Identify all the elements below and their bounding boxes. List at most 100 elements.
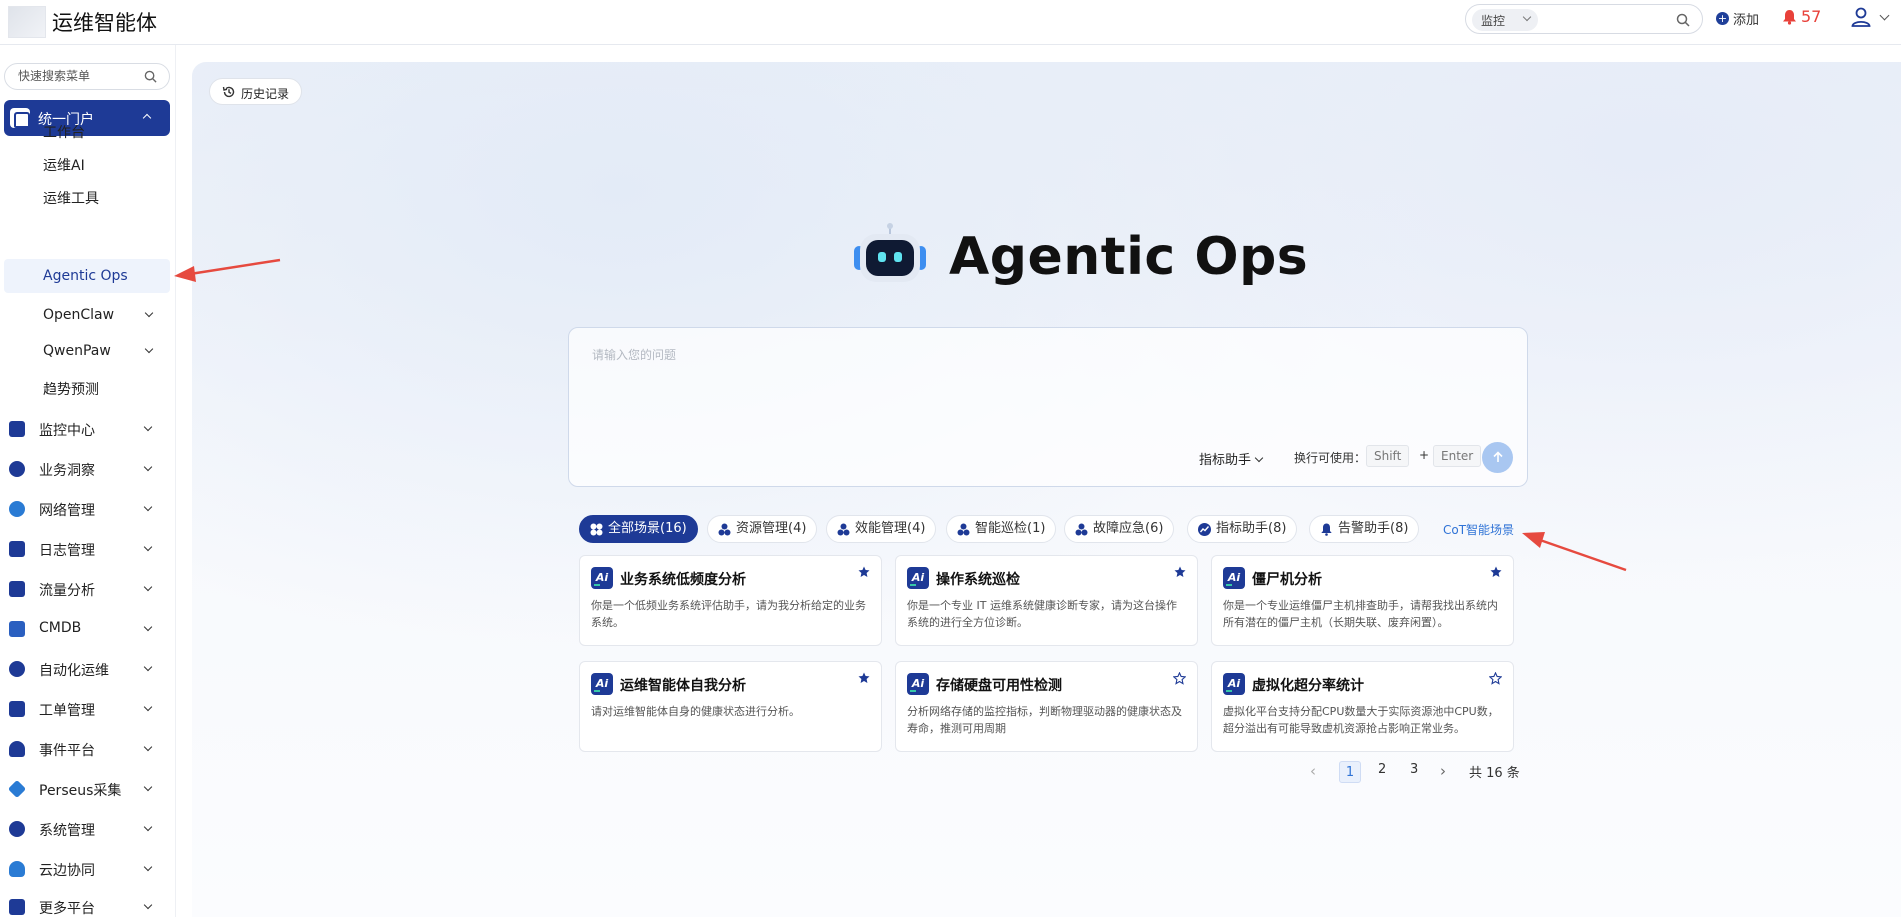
main-panel: 历史记录 Agentic Ops 指标助手 换行可使用： Shift + Ent… bbox=[192, 62, 1901, 917]
history-button[interactable]: 历史记录 bbox=[209, 78, 302, 105]
history-icon bbox=[222, 86, 235, 98]
key-plus: + bbox=[1419, 448, 1430, 462]
chevron-down-icon bbox=[143, 622, 153, 632]
question-input[interactable] bbox=[592, 346, 1492, 426]
scene-card[interactable]: Ai 业务系统低频度分析 你是一个低频业务系统评估助手，请为我分析给定的业务系统… bbox=[579, 555, 882, 646]
menu-search-input[interactable] bbox=[18, 69, 138, 83]
star-filled-icon[interactable] bbox=[1174, 566, 1186, 578]
page-1-button[interactable]: 1 bbox=[1339, 761, 1361, 783]
menu-search[interactable] bbox=[4, 63, 170, 90]
star-filled-icon[interactable] bbox=[1490, 566, 1502, 578]
sidebar-subitem-trend[interactable]: 趋势预测 bbox=[43, 379, 99, 399]
tab-metric-assistant[interactable]: 指标助手(8) bbox=[1187, 515, 1298, 543]
cot-scenes-link[interactable]: CoT智能场景 bbox=[1443, 521, 1514, 538]
chevron-down-icon bbox=[143, 502, 153, 512]
sidebar-subitem-ops-ai[interactable]: 运维AI bbox=[43, 155, 85, 175]
chevron-down-icon bbox=[143, 462, 153, 472]
sidebar-item-perseus[interactable]: Perseus采集 bbox=[7, 777, 169, 801]
scene-card[interactable]: Ai 运维智能体自我分析 请对运维智能体自身的健康状态进行分析。 bbox=[579, 661, 882, 752]
sidebar-item-cloud-edge[interactable]: 云边协同 bbox=[9, 857, 169, 881]
sidebar-item-portal[interactable]: 统一门户 bbox=[4, 100, 170, 136]
search-icon[interactable] bbox=[1676, 13, 1690, 27]
chevron-up-icon bbox=[142, 113, 152, 123]
scene-card[interactable]: Ai 存储硬盘可用性检测 分析网络存储的监控指标，判断物理驱动器的健康状态及寿命… bbox=[895, 661, 1198, 752]
log-icon bbox=[9, 541, 25, 557]
alert-button[interactable]: 57 bbox=[1782, 7, 1821, 26]
page-3-button[interactable]: 3 bbox=[1410, 762, 1418, 777]
tab-alert-assistant[interactable]: 告警助手(8) bbox=[1309, 515, 1420, 543]
bell-icon bbox=[9, 741, 25, 757]
sidebar-item-more-platforms[interactable]: 更多平台 bbox=[9, 895, 169, 917]
sidebar-item-logs[interactable]: 日志管理 bbox=[9, 537, 169, 561]
scene-card[interactable]: Ai 僵尸机分析 你是一个专业运维僵尸主机排查助手，请帮我找出系统内所有潜在的僵… bbox=[1211, 555, 1514, 646]
tab-label: 指标助手(8) bbox=[1216, 521, 1287, 536]
sidebar-item-label: 更多平台 bbox=[39, 901, 95, 917]
bell-icon bbox=[1783, 9, 1796, 25]
sidebar-item-label: 工单管理 bbox=[39, 703, 95, 719]
cloud-icon bbox=[9, 861, 25, 877]
send-button[interactable] bbox=[1482, 442, 1513, 473]
star-filled-icon[interactable] bbox=[858, 672, 870, 684]
add-button[interactable]: + 添加 bbox=[1716, 9, 1759, 28]
enter-key-hint: Enter bbox=[1433, 445, 1482, 467]
sidebar-subitem-ops-tools[interactable]: 运维工具 bbox=[43, 188, 99, 208]
sidebar-subitem-qwenpaw[interactable]: QwenPaw bbox=[43, 343, 163, 363]
sidebar-subitem-label: OpenClaw bbox=[43, 307, 115, 323]
sidebar-item-label: 系统管理 bbox=[39, 823, 95, 839]
diamond-icon bbox=[7, 779, 27, 799]
cluster-icon bbox=[718, 523, 731, 536]
history-label: 历史记录 bbox=[241, 87, 290, 101]
sidebar-subitem-workbench[interactable]: 工作台 bbox=[43, 122, 85, 142]
scene-card[interactable]: Ai 操作系统巡检 你是一个专业 IT 运维系统健康诊断专家，请为这台操作系统的… bbox=[895, 555, 1198, 646]
tab-label: 全部场景(16) bbox=[608, 521, 687, 536]
next-page-button[interactable]: › bbox=[1440, 762, 1446, 780]
sidebar-item-automation[interactable]: 自动化运维 bbox=[9, 657, 169, 681]
search-scope-select[interactable]: 监控 bbox=[1472, 9, 1538, 31]
sidebar-item-label: 自动化运维 bbox=[39, 663, 109, 679]
sidebar-item-traffic[interactable]: 流量分析 bbox=[9, 577, 169, 601]
tab-label: 故障应急(6) bbox=[1093, 521, 1164, 536]
globe-icon bbox=[9, 501, 25, 517]
chevron-down-icon bbox=[143, 782, 153, 792]
cluster-icon bbox=[837, 523, 850, 536]
scene-card-title: 运维智能体自我分析 bbox=[620, 678, 746, 694]
user-menu[interactable] bbox=[1850, 6, 1890, 32]
sidebar-subitem-agentic-ops[interactable]: Agentic Ops bbox=[4, 259, 170, 293]
add-label: 添加 bbox=[1733, 13, 1760, 28]
scene-card[interactable]: Ai 虚拟化超分率统计 虚拟化平台支持分配CPU数量大于实际资源池中CPU数，超… bbox=[1211, 661, 1514, 752]
sidebar-item-network[interactable]: 网络管理 bbox=[9, 497, 169, 521]
global-search[interactable]: 监控 bbox=[1465, 4, 1703, 34]
chevron-down-icon bbox=[143, 582, 153, 592]
chevron-down-icon bbox=[143, 900, 153, 910]
sidebar-item-cmdb[interactable]: CMDB bbox=[9, 617, 169, 641]
sidebar-subitem-openclaw[interactable]: OpenClaw bbox=[43, 307, 163, 327]
chevron-down-icon bbox=[143, 822, 153, 832]
trend-icon bbox=[1198, 523, 1211, 536]
sidebar-item-system[interactable]: 系统管理 bbox=[9, 817, 169, 841]
star-outline-icon[interactable] bbox=[1173, 672, 1186, 685]
sidebar-item-label: 业务洞察 bbox=[39, 463, 95, 479]
search-icon[interactable] bbox=[144, 70, 157, 83]
gear-icon bbox=[9, 661, 25, 677]
assistant-select[interactable]: 指标助手 bbox=[1199, 449, 1264, 468]
sidebar-item-tickets[interactable]: 工单管理 bbox=[9, 697, 169, 721]
sidebar-item-events[interactable]: 事件平台 bbox=[9, 737, 169, 761]
tab-efficiency-mgmt[interactable]: 效能管理(4) bbox=[826, 515, 937, 543]
sidebar-item-monitoring[interactable]: 监控中心 bbox=[9, 417, 169, 441]
prev-page-button[interactable]: ‹ bbox=[1310, 762, 1316, 780]
scene-card-title: 操作系统巡检 bbox=[936, 572, 1020, 588]
tab-smart-inspection[interactable]: 智能巡检(1) bbox=[946, 515, 1057, 543]
page-2-button[interactable]: 2 bbox=[1378, 762, 1386, 777]
settings-icon bbox=[9, 821, 25, 837]
star-outline-icon[interactable] bbox=[1489, 672, 1502, 685]
tab-resource-mgmt[interactable]: 资源管理(4) bbox=[707, 515, 818, 543]
robot-icon bbox=[854, 223, 926, 282]
sidebar-item-business-insight[interactable]: 业务洞察 bbox=[9, 457, 169, 481]
ai-icon: Ai bbox=[591, 673, 613, 695]
app-logo bbox=[8, 6, 46, 38]
star-filled-icon[interactable] bbox=[858, 566, 870, 578]
tab-all-scenes[interactable]: 全部场景(16) bbox=[579, 515, 698, 543]
scene-card-desc: 虚拟化平台支持分配CPU数量大于实际资源池中CPU数，超分溢出有可能导致虚机资源… bbox=[1223, 705, 1499, 735]
scene-card-title: 僵尸机分析 bbox=[1252, 572, 1322, 588]
tab-incident-response[interactable]: 故障应急(6) bbox=[1064, 515, 1175, 543]
